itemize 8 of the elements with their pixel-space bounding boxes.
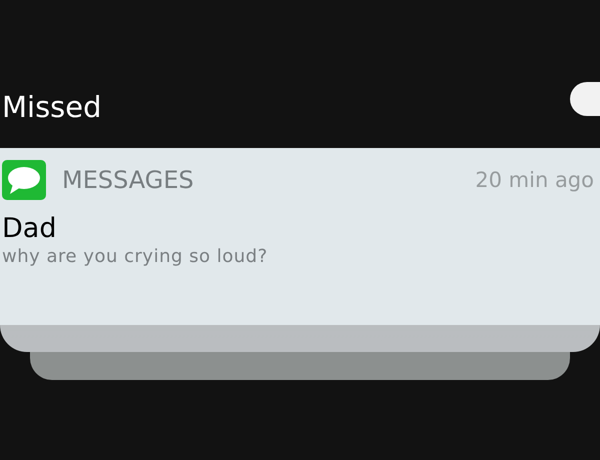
message-preview: why are you crying so loud?	[2, 246, 269, 267]
round-button[interactable]	[570, 82, 600, 116]
chat-bubble-icon	[2, 160, 46, 200]
sender-name: Dad	[2, 212, 58, 246]
app-name: MESSAGES	[62, 166, 194, 194]
section-title: Missed	[2, 90, 102, 124]
timestamp: 20 min ago	[475, 168, 594, 192]
notification-card[interactable]: MESSAGES 20 min ago Dad why are you crying so loud?	[0, 148, 600, 325]
